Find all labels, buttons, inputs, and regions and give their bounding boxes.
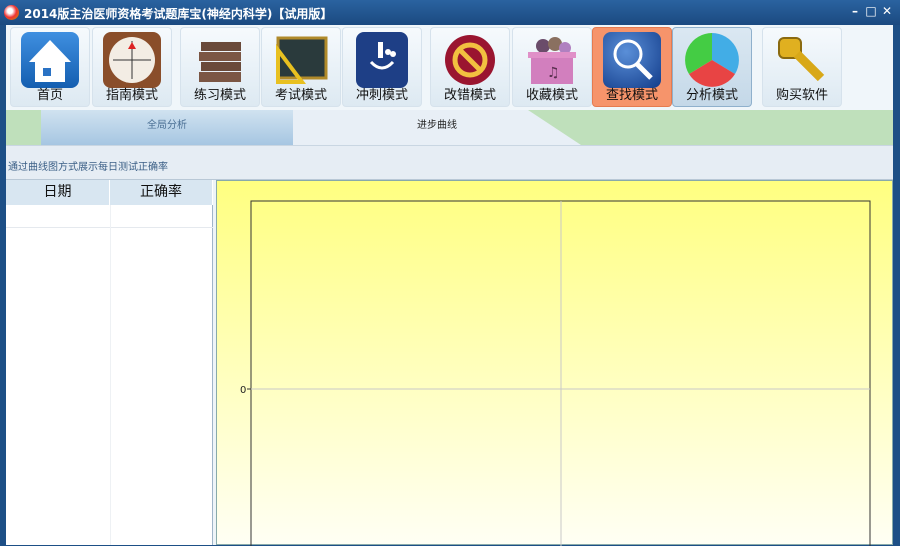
main-panel: 首页 指南模式 练习模式 考试模式 冲刺模式 改错模式 ♫ 收藏模式 查找模式 分… [6, 25, 893, 546]
key-icon [773, 32, 831, 88]
column-header-date[interactable]: 日期 [6, 180, 110, 205]
sprint-mode-button[interactable]: 冲刺模式 [342, 27, 422, 107]
column-divider [110, 205, 111, 545]
search-mode-label: 查找模式 [605, 88, 658, 103]
tab-progress-curve[interactable]: 进步曲线 [293, 110, 581, 145]
tab-overall-analysis[interactable]: 全局分析 [41, 110, 293, 145]
title-bar: 2014版主治医师资格考试题库宝(神经内科学)【试用版】 – □ ✕ [0, 0, 900, 25]
guide-mode-label: 指南模式 [105, 88, 158, 103]
correction-mode-button[interactable]: 改错模式 [430, 27, 510, 107]
practice-mode-label: 练习模式 [193, 88, 246, 103]
svg-text:♫: ♫ [547, 65, 560, 81]
tab-strip: 全局分析 进步曲线 [6, 110, 893, 145]
box-icon: ♫ [523, 32, 581, 88]
home-button[interactable]: 首页 [10, 27, 90, 107]
guide-mode-button[interactable]: 指南模式 [92, 27, 172, 107]
correction-mode-label: 改错模式 [443, 88, 496, 103]
column-header-accuracy[interactable]: 正确率 [110, 180, 213, 205]
y-tick-label: 0 [240, 385, 246, 396]
analysis-mode-button[interactable]: 分析模式 [672, 27, 752, 107]
home-icon [21, 32, 79, 88]
progress-chart: 0 [216, 180, 893, 546]
sprint-mode-label: 冲刺模式 [355, 88, 408, 103]
books-icon [191, 32, 249, 88]
search-mode-button[interactable]: 查找模式 [592, 27, 672, 107]
exam-mode-button[interactable]: 考试模式 [261, 27, 341, 107]
favorites-mode-label: 收藏模式 [525, 88, 578, 103]
prohibit-icon [441, 32, 499, 88]
toolbar: 首页 指南模式 练习模式 考试模式 冲刺模式 改错模式 ♫ 收藏模式 查找模式 分… [6, 25, 893, 110]
app-logo-icon [4, 5, 19, 20]
buy-software-label: 购买软件 [775, 88, 828, 103]
favorites-mode-button[interactable]: ♫ 收藏模式 [512, 27, 592, 107]
description: 通过曲线图方式展示每日测试正确率 [6, 145, 893, 180]
magnifier-icon [603, 32, 661, 88]
touch-icon [356, 32, 408, 88]
analysis-mode-label: 分析模式 [685, 88, 738, 103]
buy-software-button[interactable]: 购买软件 [762, 27, 842, 107]
pie-chart-icon [683, 32, 741, 88]
practice-mode-button[interactable]: 练习模式 [180, 27, 260, 107]
chart-svg: 0 [240, 200, 871, 546]
compass-icon [103, 32, 161, 88]
minimize-button[interactable]: – [848, 4, 862, 18]
data-table: 日期 正确率 [6, 180, 213, 545]
blackboard-icon [272, 32, 330, 88]
maximize-button[interactable]: □ [864, 4, 878, 18]
home-label: 首页 [36, 88, 63, 103]
exam-mode-label: 考试模式 [274, 88, 327, 103]
window-title: 2014版主治医师资格考试题库宝(神经内科学)【试用版】 [24, 7, 333, 21]
close-button[interactable]: ✕ [880, 4, 894, 18]
